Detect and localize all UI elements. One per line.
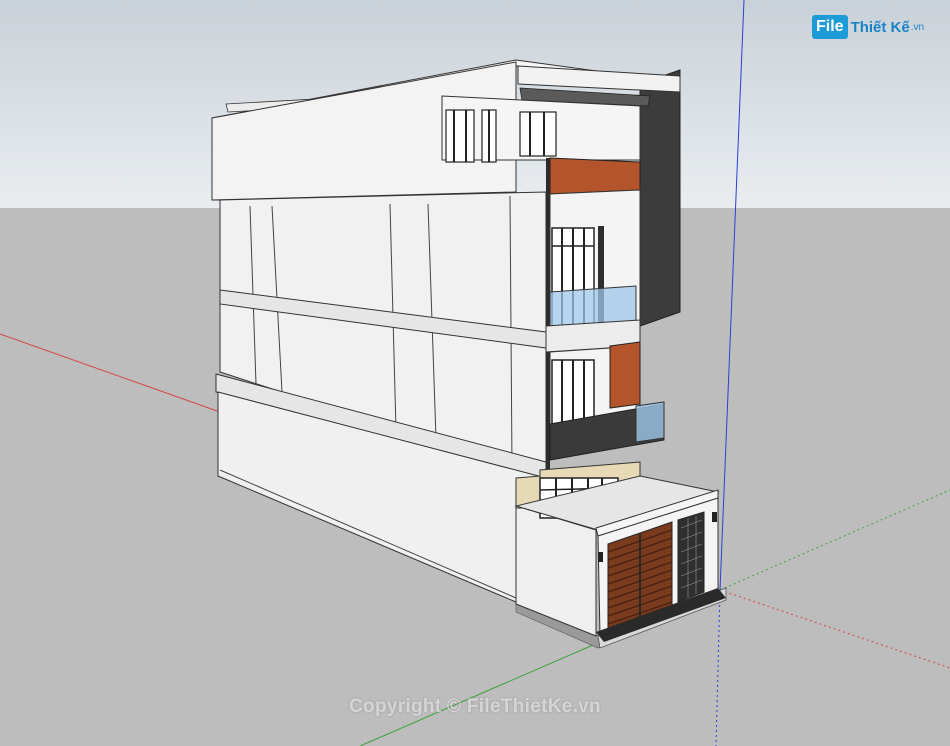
logo-thietke-text: Thiết Kế (850, 18, 910, 36)
copyright-watermark: Copyright © FileThietKe.vn (349, 696, 601, 717)
wall-light-left (598, 552, 603, 562)
model-viewport[interactable]: File Thiết Kế .vn Copyright © FileThietK… (0, 0, 950, 746)
glass-railing-2 (635, 401, 665, 443)
wood-panel-top (549, 157, 641, 195)
logo-tld-text: .vn (910, 21, 925, 33)
floor2-window (551, 359, 595, 427)
box-frame-top (546, 158, 550, 478)
wood-panel-2 (609, 341, 641, 409)
wall-light-right (712, 512, 717, 522)
filethietke-logo: File Thiết Kế .vn (812, 12, 924, 42)
house-3d-model[interactable] (0, 0, 950, 746)
front-dark-panel (639, 69, 681, 327)
logo-file-badge: File (812, 15, 848, 39)
